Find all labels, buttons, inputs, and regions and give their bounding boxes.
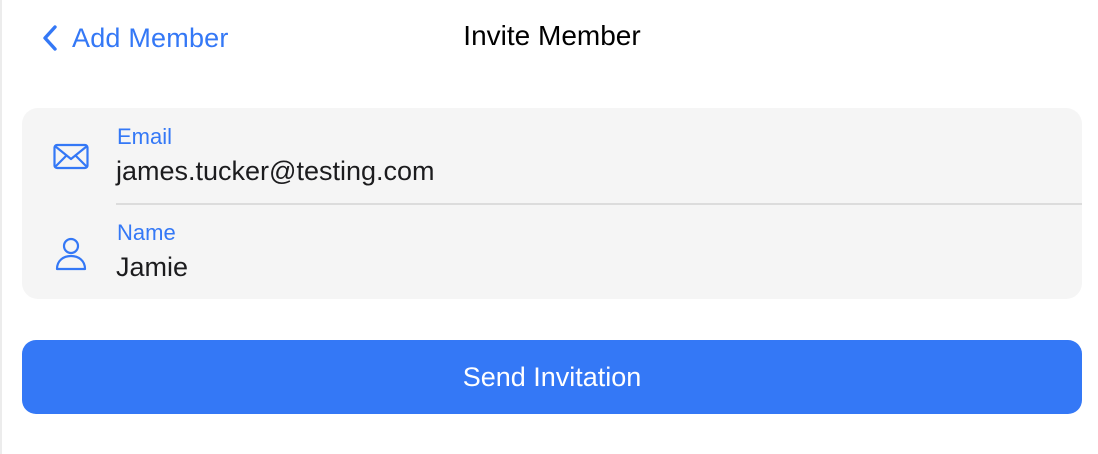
name-label: Name [117,220,176,245]
email-field[interactable]: Email james.tucker@testing.com [22,108,1082,205]
name-field[interactable]: Name Jamie [22,204,1082,299]
name-value[interactable]: Jamie [116,252,188,283]
page-title: Invite Member [463,20,641,51]
send-invitation-button[interactable]: Send Invitation [22,340,1082,414]
envelope-icon [52,138,90,176]
navigation-bar: Add Member Invite Member [0,0,1098,80]
email-label: Email [117,124,173,149]
invite-form-card: Email james.tucker@testing.com Name Jami… [22,108,1082,299]
email-value[interactable]: james.tucker@testing.com [116,156,435,187]
person-icon [52,234,90,272]
